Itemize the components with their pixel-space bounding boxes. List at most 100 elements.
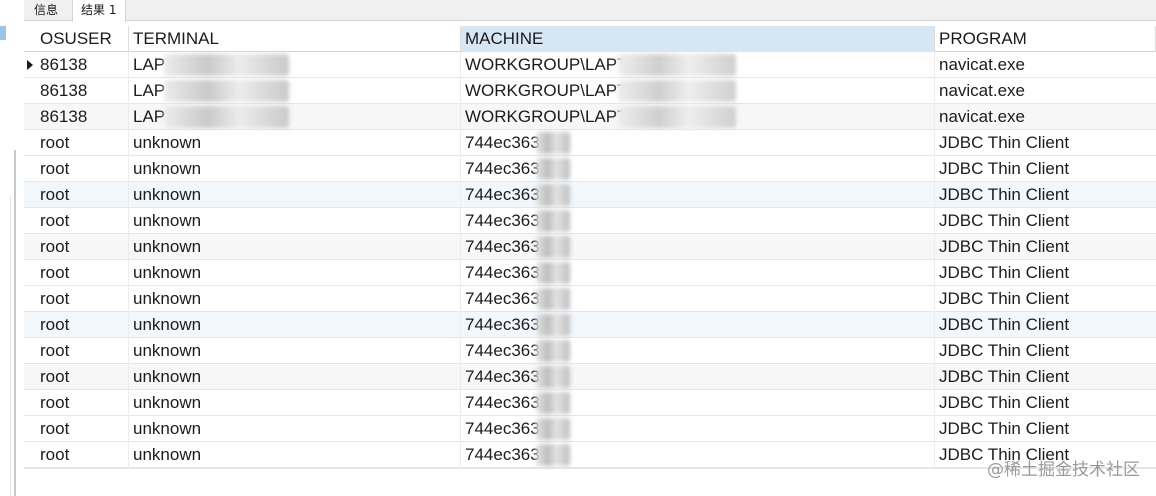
cell-machine[interactable]: 744ec3639	[461, 364, 935, 390]
cell-osuser[interactable]: 86138	[36, 52, 129, 78]
cell-program[interactable]: JDBC Thin Client	[935, 130, 1156, 156]
tab-info[interactable]: 信息	[28, 0, 72, 21]
cell-machine[interactable]: 744ec363	[461, 286, 935, 312]
cell-machine[interactable]: 744ec363	[461, 442, 935, 468]
cell-terminal[interactable]: unknown	[129, 234, 461, 260]
cell-osuser[interactable]: root	[36, 156, 129, 182]
cell-osuser[interactable]: 86138	[36, 78, 129, 104]
redacted-pixelation	[536, 262, 570, 284]
table-row[interactable]: root unknown 744ec363 JDBC Thin Client	[24, 338, 1156, 364]
cell-osuser[interactable]: root	[36, 208, 129, 234]
gutter-divider-secondary	[10, 196, 11, 496]
watermark: @稀土掘金技术社区	[987, 460, 1140, 480]
cell-program[interactable]: JDBC Thin Client	[935, 234, 1156, 260]
redacted-pixelation	[536, 366, 570, 388]
cell-terminal[interactable]: unknown	[129, 130, 461, 156]
cell-terminal[interactable]: unknown	[129, 208, 461, 234]
cell-osuser[interactable]: root	[36, 260, 129, 286]
redacted-pixelation	[536, 288, 570, 310]
cell-osuser[interactable]: root	[36, 442, 129, 468]
table-row[interactable]: root unknown 744ec3638 JDBC Thin Client	[24, 416, 1156, 442]
grid-header-row: OSUSER TERMINAL MACHINE PROGRAM	[24, 26, 1156, 52]
table-row[interactable]: 86138 LAP WORKGROUP\LAPT navicat.exe	[24, 104, 1156, 130]
redacted-pixelation	[536, 418, 570, 440]
cell-machine[interactable]: 744ec363	[461, 390, 935, 416]
cell-machine[interactable]: 744ec363	[461, 130, 935, 156]
redacted-pixelation	[618, 106, 736, 128]
cell-osuser[interactable]: 86138	[36, 104, 129, 130]
redacted-pixelation	[536, 184, 570, 206]
cell-osuser[interactable]: root	[36, 234, 129, 260]
table-row[interactable]: root unknown 744ec3635 JDBC Thin Client	[24, 156, 1156, 182]
table-row[interactable]: root unknown 744ec3635 JDBC Thin Client	[24, 182, 1156, 208]
cell-machine[interactable]: 744ec363	[461, 234, 935, 260]
table-row[interactable]: root unknown 744ec363 JDBC Thin Client	[24, 234, 1156, 260]
column-header-machine[interactable]: MACHINE	[461, 26, 935, 52]
cell-osuser[interactable]: root	[36, 312, 129, 338]
cell-machine[interactable]: 744ec363	[461, 338, 935, 364]
cell-program[interactable]: JDBC Thin Client	[935, 156, 1156, 182]
current-row-triangle-icon	[27, 60, 33, 70]
cell-machine[interactable]: 744ec363	[461, 208, 935, 234]
cell-machine[interactable]: 744ec363	[461, 312, 935, 338]
cell-terminal[interactable]: unknown	[129, 260, 461, 286]
cell-osuser[interactable]: root	[36, 416, 129, 442]
cell-terminal[interactable]: unknown	[129, 416, 461, 442]
cell-program[interactable]: navicat.exe	[935, 52, 1156, 78]
redacted-pixelation	[536, 314, 570, 336]
cell-program[interactable]: navicat.exe	[935, 78, 1156, 104]
cell-program[interactable]: JDBC Thin Client	[935, 182, 1156, 208]
cell-program[interactable]: JDBC Thin Client	[935, 260, 1156, 286]
cell-terminal[interactable]: unknown	[129, 182, 461, 208]
redacted-pixelation	[164, 54, 289, 76]
table-row[interactable]: 86138 LAP WORKGROUP\LAPT navicat.exe	[24, 52, 1156, 78]
cell-osuser[interactable]: root	[36, 182, 129, 208]
column-header-terminal[interactable]: TERMINAL	[129, 26, 461, 52]
table-row[interactable]: 86138 LAP WORKGROUP\LAPTC navicat.exe	[24, 78, 1156, 104]
column-header-osuser[interactable]: OSUSER	[36, 26, 129, 52]
left-gutter	[0, 0, 24, 496]
cell-osuser[interactable]: root	[36, 338, 129, 364]
cell-program[interactable]: JDBC Thin Client	[935, 338, 1156, 364]
redacted-pixelation	[164, 106, 289, 128]
cell-terminal[interactable]: unknown	[129, 286, 461, 312]
gutter-marker	[0, 26, 6, 40]
table-row[interactable]: root unknown 744ec363 JDBC Thin Client	[24, 208, 1156, 234]
tab-result-1[interactable]: 结果 1	[72, 0, 126, 22]
result-grid[interactable]: OSUSER TERMINAL MACHINE PROGRAM 86138 LAP…	[24, 26, 1156, 468]
cell-osuser[interactable]: root	[36, 130, 129, 156]
cell-machine[interactable]: 744ec3635	[461, 182, 935, 208]
cell-program[interactable]: JDBC Thin Client	[935, 312, 1156, 338]
redacted-pixelation	[618, 54, 736, 76]
gutter-divider	[14, 150, 16, 496]
cell-osuser[interactable]: root	[36, 286, 129, 312]
column-header-program[interactable]: PROGRAM	[935, 26, 1156, 52]
cell-program[interactable]: JDBC Thin Client	[935, 416, 1156, 442]
cell-machine[interactable]: 744ec3635	[461, 156, 935, 182]
cell-terminal[interactable]: unknown	[129, 390, 461, 416]
cell-terminal[interactable]: unknown	[129, 442, 461, 468]
cell-osuser[interactable]: root	[36, 364, 129, 390]
cell-program[interactable]: navicat.exe	[935, 104, 1156, 130]
redacted-pixelation	[618, 80, 736, 102]
cell-terminal[interactable]: unknown	[129, 312, 461, 338]
table-row[interactable]: root unknown 744ec3639 JDBC Thin Client	[24, 364, 1156, 390]
table-row[interactable]: root unknown 744ec363 JDBC Thin Client	[24, 312, 1156, 338]
cell-terminal[interactable]: unknown	[129, 156, 461, 182]
table-row[interactable]: root unknown 744ec363 JDBC Thin Client	[24, 390, 1156, 416]
cell-osuser[interactable]: root	[36, 390, 129, 416]
cell-terminal[interactable]: unknown	[129, 338, 461, 364]
cell-machine[interactable]: 744ec363	[461, 260, 935, 286]
redacted-pixelation	[536, 210, 570, 232]
redacted-pixelation	[164, 80, 289, 102]
table-row[interactable]: root unknown 744ec363 JDBC Thin Client	[24, 260, 1156, 286]
cell-terminal[interactable]: unknown	[129, 364, 461, 390]
table-row[interactable]: root unknown 744ec363 JDBC Thin Client	[24, 286, 1156, 312]
table-row[interactable]: root unknown 744ec363 JDBC Thin Client	[24, 130, 1156, 156]
cell-machine[interactable]: 744ec3638	[461, 416, 935, 442]
cell-program[interactable]: JDBC Thin Client	[935, 208, 1156, 234]
redacted-pixelation	[536, 392, 570, 414]
cell-program[interactable]: JDBC Thin Client	[935, 390, 1156, 416]
cell-program[interactable]: JDBC Thin Client	[935, 286, 1156, 312]
cell-program[interactable]: JDBC Thin Client	[935, 364, 1156, 390]
